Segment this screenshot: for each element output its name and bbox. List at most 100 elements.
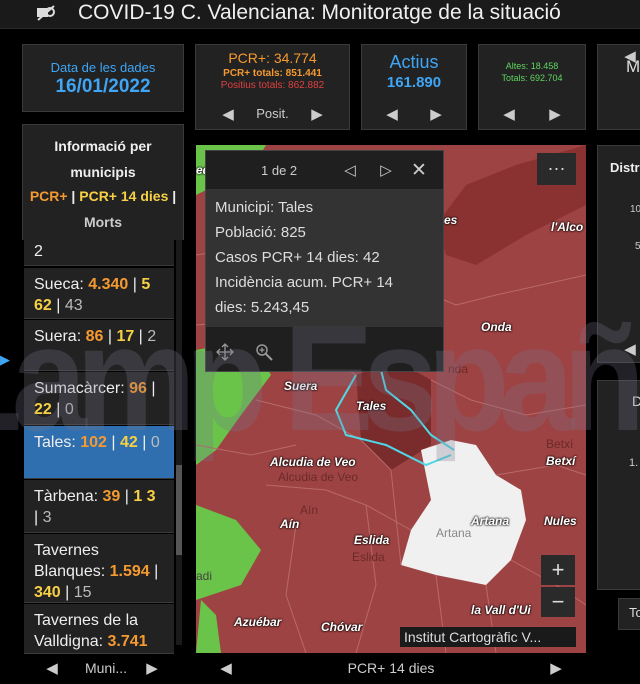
map-menu-button[interactable]: ··· xyxy=(537,153,576,185)
actius-next-button[interactable]: ▶︎ xyxy=(426,103,446,125)
date-card: Data de les dades 16/01/2022 xyxy=(22,44,184,112)
list-item-name: Tales: xyxy=(34,434,81,451)
list-item-pcr: 39 xyxy=(102,488,121,505)
list-item-sep: | xyxy=(51,297,65,314)
page-title: COVID-19 C. Valenciana: Monitoratge de l… xyxy=(78,1,561,24)
municipis-next-button[interactable]: ▶︎ xyxy=(142,657,162,679)
altes-next-button[interactable]: ▶︎ xyxy=(545,103,565,125)
zoom-to-icon[interactable] xyxy=(255,343,273,361)
list-item-name: Tavernes Blanques: xyxy=(34,542,110,580)
list-item-morts: 3 xyxy=(42,509,52,526)
popup-close-icon[interactable]: ✕ xyxy=(411,159,427,182)
legend-sep-1: | xyxy=(67,188,80,204)
actius-label: Actius xyxy=(389,52,439,72)
map-label-onda: Onda xyxy=(481,320,512,334)
map-faint-alcudia: Alcudia de Veo xyxy=(278,470,359,484)
list-item-partial[interactable]: 2 xyxy=(24,238,174,266)
map-label-ain: Aín xyxy=(280,517,300,531)
map-label-vall-uixo: la Vall d'Ui xyxy=(471,603,531,617)
list-item-morts: 43 xyxy=(64,297,83,314)
info-popup: 1 de 2 ◁ ▷ ✕ Municipi: Tales Població: 8… xyxy=(205,150,444,372)
map-nav: ◀︎ PCR+ 14 dies ▶︎ xyxy=(196,654,586,682)
list-item-sep: | xyxy=(60,584,74,601)
list-item[interactable]: Tavernes Blanques: 1.594 | 340 | 15 xyxy=(24,534,174,603)
distr-tick-1: 10 xyxy=(630,204,640,215)
pcr-card: PCR+: 34.774 PCR+ totals: 851.441 Positi… xyxy=(195,44,350,130)
popup-municipi: Municipi: Tales xyxy=(215,199,314,216)
altes-value: Altes: 18.458 xyxy=(505,61,559,71)
distr-prev-button[interactable]: ◀︎ xyxy=(620,338,640,360)
list-item-sep: | xyxy=(106,434,120,451)
map-nav-label: PCR+ 14 dies xyxy=(347,660,435,676)
map-label-betxi: Betxí xyxy=(546,454,576,468)
municipis-scrollbar-thumb[interactable] xyxy=(176,465,182,555)
pcr-value: PCR+: 34.774 xyxy=(228,50,317,66)
list-item-partial-value: 2 xyxy=(34,243,43,260)
list-item-name: Suera: xyxy=(34,328,86,345)
date-value: 16/01/2022 xyxy=(55,76,151,97)
municipis-title-1: Informació per xyxy=(54,138,152,154)
date-label: Data de les dades xyxy=(50,60,156,75)
map-faint-eslida: Eslida xyxy=(352,550,385,564)
map-faint-betxi: Betxí xyxy=(546,437,574,451)
right-tab[interactable]: To xyxy=(618,598,640,630)
legend-morts: Morts xyxy=(83,214,123,230)
map-faint-adi: adi xyxy=(196,569,213,583)
actius-card-nav: ◀︎ ▶︎ xyxy=(362,103,466,125)
positius-totals: Positius totals: 862.882 xyxy=(220,80,325,91)
altes-card-nav: ◀︎ ▶︎ xyxy=(479,103,585,125)
pcr-next-button[interactable]: ▶︎ xyxy=(307,103,327,125)
list-item-pcr14: 42 xyxy=(120,434,138,451)
zoom-in-button[interactable]: + xyxy=(541,555,575,585)
actius-prev-button[interactable]: ◀︎ xyxy=(382,103,402,125)
list-item-pcr: 4.340 xyxy=(88,276,129,293)
popup-next-button[interactable]: ▷ xyxy=(376,159,396,181)
list-item[interactable]: Tavernes de la Valldigna: 3.741 xyxy=(24,604,174,654)
popup-poblacio: Població: 825 xyxy=(215,224,306,241)
list-item[interactable]: Suera: 86 | 17 | 2 xyxy=(24,320,174,371)
altes-prev-button[interactable]: ◀︎ xyxy=(499,103,519,125)
left-edge-arrow[interactable]: ▶︎ xyxy=(0,352,14,378)
distr-card: Distr 10 5 ◀︎ xyxy=(597,145,640,363)
altes-totals: Totals: 692.704 xyxy=(501,73,563,83)
list-item-name: Sueca: xyxy=(34,276,89,293)
map-label-alcora: l'Alco xyxy=(551,220,584,234)
popup-content: Municipi: Tales Població: 825 Casos PCR+… xyxy=(206,189,443,327)
zoom-out-button[interactable]: − xyxy=(541,587,575,617)
map-faint-onda: nda xyxy=(448,362,469,376)
list-item[interactable]: Sumacàrcer: 96 | 22 | 0 xyxy=(24,372,174,425)
municipis-scrollbar[interactable] xyxy=(176,240,182,645)
map-next-button[interactable]: ▶︎ xyxy=(546,657,566,679)
map-faint-ain: Aín xyxy=(300,503,319,517)
list-item-sep: | xyxy=(146,380,156,397)
list-item[interactable]: Sueca: 4.340 | 5 62 | 43 xyxy=(24,268,174,319)
municipis-nav: ◀︎ Muni... ▶︎ xyxy=(36,654,176,682)
pan-to-icon[interactable] xyxy=(216,343,234,361)
list-item-pcr14: 1 3 xyxy=(133,488,156,505)
map-label-azuebar: Azuébar xyxy=(234,615,282,629)
right-card-2: D 1. xyxy=(597,380,640,590)
popup-prev-button[interactable]: ◁ xyxy=(340,159,360,181)
distr-tick-2: 5 xyxy=(635,241,640,252)
list-item-pcr: 102 xyxy=(80,434,107,451)
list-item-sep: | xyxy=(134,328,148,345)
list-item[interactable]: Tàrbena: 39 | 1 3 | 3 xyxy=(24,480,174,533)
popup-counter: 1 de 2 xyxy=(261,163,298,178)
list-item-name: Sumacàrcer: xyxy=(34,380,130,397)
partial-card-prev-button[interactable]: ◀︎ xyxy=(620,45,640,67)
list-item[interactable]: Tales: 102 | 42 | 0 xyxy=(24,426,174,479)
partial-card: M ◀︎ xyxy=(597,44,640,130)
list-item-pcr14: 22 xyxy=(34,401,52,418)
map-label-chovar: Chóvar xyxy=(321,620,363,634)
map-label-tales: Tales xyxy=(356,399,387,413)
map-label-es: es xyxy=(444,213,458,227)
list-item-sep: | xyxy=(149,563,159,580)
map-label-artana: Artana xyxy=(471,514,510,528)
list-item-sep: | xyxy=(34,509,43,526)
municipis-legend: PCR+ | PCR+ 14 dies | xyxy=(23,188,183,204)
altes-card: Altes: 18.458 Totals: 692.704 ◀︎ ▶︎ xyxy=(478,44,586,130)
municipis-header: Informació per municipis PCR+ | PCR+ 14 … xyxy=(22,124,184,240)
title-bar: COVID-19 C. Valenciana: Monitoratge de l… xyxy=(0,0,640,29)
popup-casos: Casos PCR+ 14 dies: 42 xyxy=(215,249,380,266)
list-item-morts: 2 xyxy=(147,328,157,345)
